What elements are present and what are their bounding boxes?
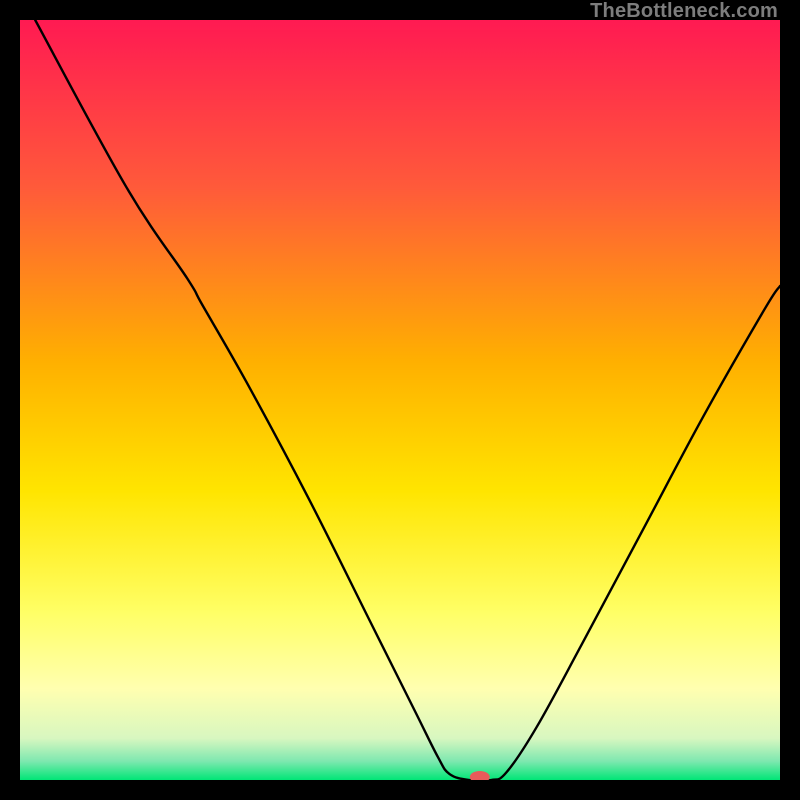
chart-svg [20,20,780,780]
chart-frame [20,20,780,780]
watermark-text: TheBottleneck.com [590,0,778,23]
gradient-background [20,20,780,780]
